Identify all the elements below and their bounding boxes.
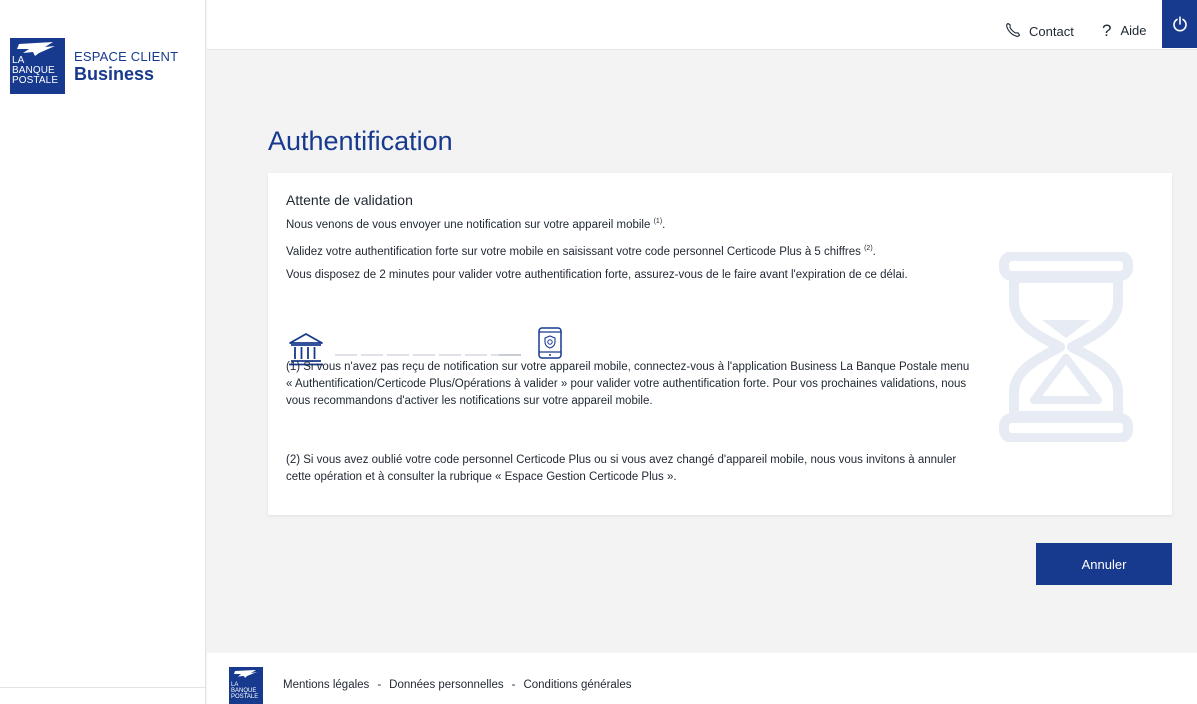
hourglass-icon [999,252,1133,442]
brand[interactable]: LA BANQUE POSTALE ESPACE CLIENT Business [10,38,178,94]
bird-icon [234,670,257,678]
page-title: Authentification [268,126,453,156]
power-icon [1172,16,1187,32]
phone-icon [1005,22,1021,41]
top-header: Contact ? Aide [207,0,1197,50]
question-icon: ? [1102,21,1112,40]
contact-link[interactable]: Contact [1005,22,1074,41]
donnees-personnelles-link[interactable]: Données personnelles [389,679,503,691]
card-title: Attente de validation [286,192,413,208]
footer-logo-text: LA BANQUE POSTALE [231,682,259,700]
cancel-button[interactable]: Annuler [1036,543,1172,585]
la-banque-postale-logo: LA BANQUE POSTALE [10,38,65,94]
sidebar: LA BANQUE POSTALE ESPACE CLIENT Business [0,0,206,704]
footer-separator: - [511,679,516,691]
progress-dash-end [499,354,521,356]
footer-logo: LA BANQUE POSTALE [229,667,263,704]
help-link[interactable]: ? Aide [1102,22,1147,39]
footer-links: Mentions légales - Données personnelles … [283,679,632,691]
logo-text: LA BANQUE POSTALE [12,55,59,86]
validation-card: Attente de validation Nous venons de vou… [268,173,1172,515]
logout-button[interactable] [1162,0,1197,48]
footnote-1: (1) Si vous n'avez pas reçu de notificat… [286,361,970,407]
notification-text: Nous venons de vous envoyer une notifica… [286,218,666,231]
validate-text: Validez votre authentification forte sur… [286,245,876,258]
brand-title: ESPACE CLIENT [74,49,179,64]
sidebar-divider [0,687,206,688]
help-label: Aide [1120,23,1147,38]
footer: LA BANQUE POSTALE Mentions légales - Don… [207,653,1197,704]
mobile-shield-icon [538,327,562,359]
progress-dashes [335,354,521,356]
footer-separator: - [377,679,382,691]
footnote-2: (2) Si vous avez oublié votre code perso… [286,454,957,483]
brand-subtitle: Business [74,64,155,84]
brand-text: ESPACE CLIENT Business [74,49,179,85]
contact-label: Contact [1029,24,1074,39]
mentions-legales-link[interactable]: Mentions légales [283,679,369,691]
delay-text: Vous disposez de 2 minutes pour valider … [286,269,908,281]
conditions-generales-link[interactable]: Conditions générales [523,679,631,691]
